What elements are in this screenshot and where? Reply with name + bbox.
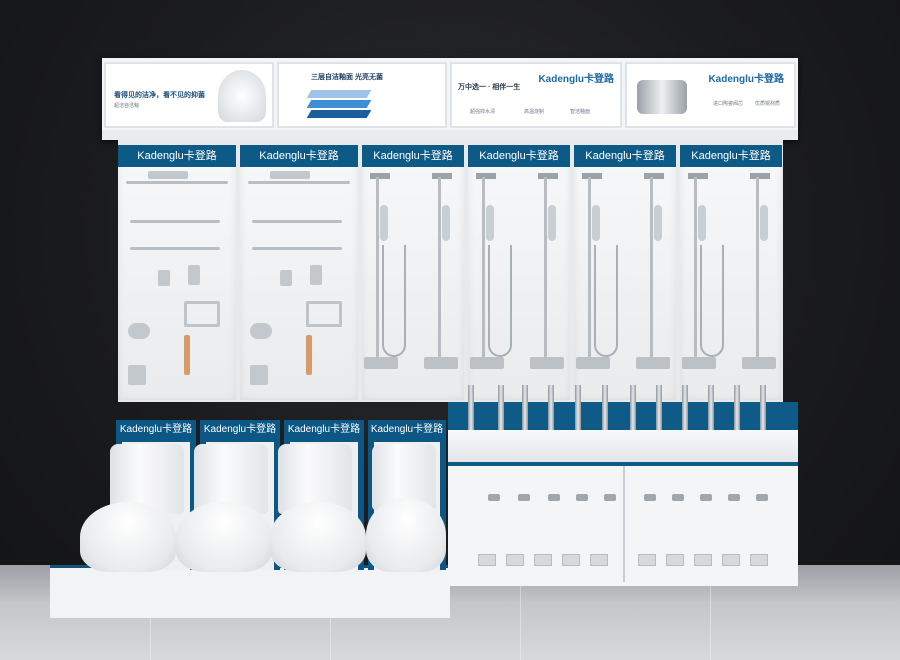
header-banner-1: 看得见的洁净，看不见的抑菌 超洁自洁釉 — [104, 62, 274, 128]
shower-icon — [380, 205, 388, 241]
wall-panel-2: Kadenglu卡登路 — [240, 145, 358, 400]
header-banner-3: 万中选一 · 相伴一生 Kadenglu卡登路 超强抑水渍 高温烧制 智洁釉面 — [450, 62, 622, 128]
wall-panel-2-label: Kadenglu卡登路 — [240, 145, 358, 167]
banner-3-feature-3: 智洁釉面 — [570, 109, 591, 115]
toilet-bay-3-label: Kadenglu卡登路 — [287, 424, 361, 435]
wall-panel-4: Kadenglu卡登路 — [468, 145, 570, 400]
faucet-icon — [637, 80, 687, 114]
wall-panel-5: Kadenglu卡登路 — [574, 145, 676, 400]
header-banner-4: Kadenglu卡登路 进口陶瓷阀芯 优质铜材质 — [625, 62, 796, 128]
toilet-bay-3: Kadenglu卡登路 — [270, 420, 366, 572]
header-banner-2: 三层自洁釉面 光亮无菌 — [277, 62, 447, 128]
toilet-bay-4-label: Kadenglu卡登路 — [370, 424, 444, 435]
wall-panel-1-label: Kadenglu卡登路 — [118, 145, 236, 167]
toilet-icon — [80, 502, 176, 572]
banner-2-title: 三层自洁釉面 光亮无菌 — [311, 74, 383, 81]
wall-panel-3-label: Kadenglu卡登路 — [362, 145, 464, 167]
glaze-layers-icon — [306, 90, 372, 120]
banner-3-title: 万中选一 · 相伴一生 — [458, 84, 521, 91]
banner-4-feature-1: 进口陶瓷阀芯 — [713, 101, 744, 107]
wall-panel-1: Kadenglu卡登路 — [118, 145, 236, 400]
toilet-bay-1-label: Kadenglu卡登路 — [119, 424, 193, 435]
banner-1-title: 看得见的洁净，看不见的抑菌 — [114, 92, 205, 99]
banner-3-feature-1: 超强抑水渍 — [470, 109, 496, 115]
wall-panel-4-label: Kadenglu卡登路 — [468, 145, 570, 167]
showroom-scene: 看得见的洁净，看不见的抑菌 超洁自洁釉 三层自洁釉面 光亮无菌 万中选一 · 相… — [0, 0, 900, 660]
faucet-cabinet — [448, 462, 798, 586]
towel-rack-icon — [148, 171, 188, 179]
toilet-bay-4: Kadenglu卡登路 — [366, 420, 446, 572]
toilet-bay-2-label: Kadenglu卡登路 — [203, 424, 277, 435]
faucet-counter-top — [448, 430, 798, 462]
wall-panel-5-label: Kadenglu卡登路 — [574, 145, 676, 167]
wall-panel-3: Kadenglu卡登路 — [362, 145, 464, 400]
toilet-icon — [218, 70, 266, 122]
banner-3-feature-2: 高温烧制 — [524, 109, 545, 115]
wall-panel-6: Kadenglu卡登路 — [680, 145, 782, 400]
header-sign: 看得见的洁净，看不见的抑菌 超洁自洁釉 三层自洁釉面 光亮无菌 万中选一 · 相… — [102, 58, 798, 140]
wall-panel-6-label: Kadenglu卡登路 — [680, 145, 782, 167]
banner-1-subtitle: 超洁自洁釉 — [114, 103, 140, 109]
toilet-platform — [50, 565, 450, 618]
banner-4-feature-2: 优质铜材质 — [755, 101, 781, 107]
banner-3-brand: Kadenglu卡登路 — [538, 74, 614, 85]
banner-4-brand: Kadenglu卡登路 — [708, 74, 784, 85]
toilet-bay-2: Kadenglu卡登路 — [176, 420, 280, 572]
